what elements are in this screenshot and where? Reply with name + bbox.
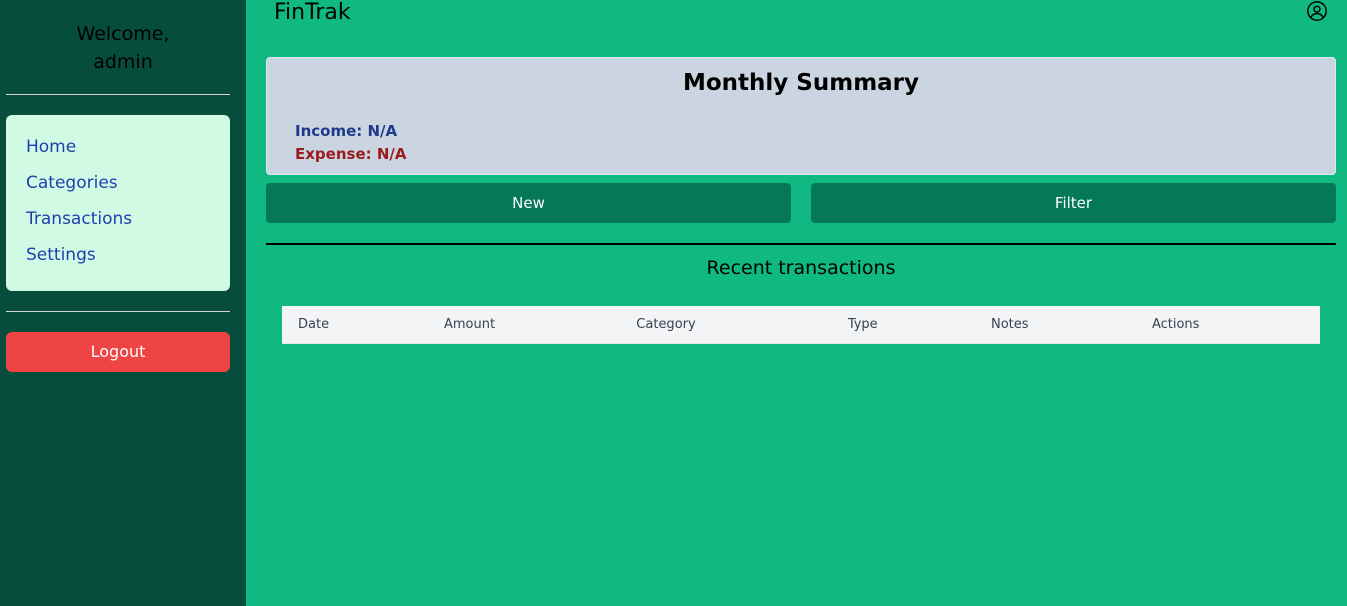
top-bar: FinTrak xyxy=(266,0,1336,57)
recent-transactions-title: Recent transactions xyxy=(706,257,896,279)
welcome-line: Welcome, xyxy=(76,23,170,45)
column-header-notes[interactable]: Notes xyxy=(974,306,1136,344)
column-header-amount[interactable]: Amount xyxy=(427,306,621,344)
expense-value: Expense: N/A xyxy=(295,145,407,163)
summary-title: Monthly Summary xyxy=(682,70,920,96)
transactions-table-wrapper: Date Amount Category Type Notes Actions xyxy=(282,306,1320,344)
sidebar-item-transactions[interactable]: Transactions xyxy=(26,207,230,243)
table-header-row: Date Amount Category Type Notes Actions xyxy=(282,306,1320,344)
sidebar-divider xyxy=(6,94,230,95)
section-divider xyxy=(266,243,1336,245)
income-value: Income: N/A xyxy=(295,122,398,140)
sidebar-divider xyxy=(6,311,230,312)
new-button[interactable]: New xyxy=(266,183,791,223)
action-buttons: New Filter xyxy=(266,183,1336,223)
username: admin xyxy=(93,51,153,73)
welcome-message: Welcome, admin xyxy=(6,20,230,76)
sidebar-item-categories[interactable]: Categories xyxy=(26,171,230,207)
column-header-date[interactable]: Date xyxy=(282,306,428,344)
sidebar-item-home[interactable]: Home xyxy=(26,135,230,171)
column-header-category[interactable]: Category xyxy=(620,306,832,344)
sidebar: Welcome, admin Home Categories Transacti… xyxy=(0,0,246,606)
sidebar-nav: Home Categories Transactions Settings xyxy=(6,115,230,291)
main-content: FinTrak Monthly Summary Income: N/A Expe… xyxy=(246,0,1347,606)
filter-button[interactable]: Filter xyxy=(811,183,1336,223)
monthly-summary-card: Monthly Summary Income: N/A Expense: N/A xyxy=(266,57,1336,175)
column-header-type[interactable]: Type xyxy=(831,306,975,344)
column-header-actions[interactable]: Actions xyxy=(1135,306,1320,344)
user-circle-icon[interactable] xyxy=(1306,0,1328,22)
logout-button[interactable]: Logout xyxy=(6,332,230,372)
app-title: FinTrak xyxy=(274,0,351,25)
transactions-table: Date Amount Category Type Notes Actions xyxy=(282,306,1320,344)
sidebar-item-settings[interactable]: Settings xyxy=(26,243,230,279)
